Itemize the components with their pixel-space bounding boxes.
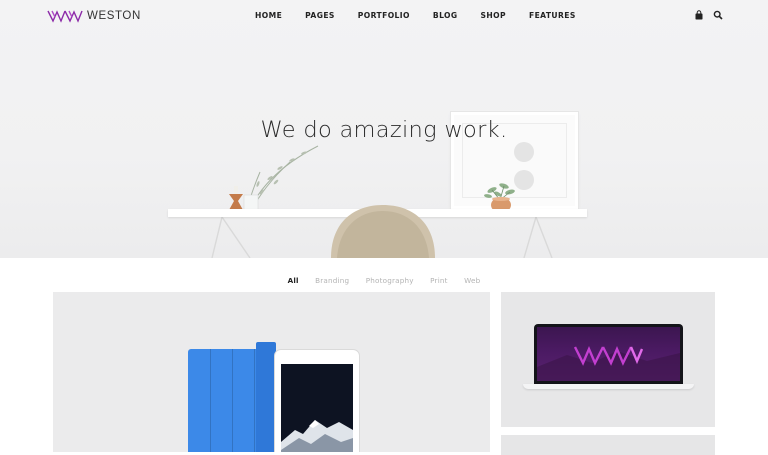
mountain-image <box>281 364 353 452</box>
logo[interactable]: WESTON <box>47 8 141 24</box>
portfolio-filters: All Branding Photography Print Web <box>0 270 768 288</box>
chair <box>331 205 435 258</box>
shopping-bag-icon[interactable] <box>694 10 704 20</box>
site-header: WESTON HOME PAGES PORTFOLIO BLOG SHOP FE… <box>0 0 768 32</box>
laptop-screen <box>534 324 683 384</box>
laptop-base <box>523 384 694 389</box>
filter-web[interactable]: Web <box>464 276 480 285</box>
nav-shop[interactable]: SHOP <box>481 11 506 20</box>
portfolio-item-partial[interactable] <box>501 435 715 455</box>
filter-branding[interactable]: Branding <box>315 276 349 285</box>
filter-all[interactable]: All <box>288 276 299 285</box>
nav-features[interactable]: FEATURES <box>529 11 576 20</box>
header-icons <box>694 10 723 20</box>
tablet-device <box>275 350 359 452</box>
portfolio-item-laptop[interactable] <box>501 292 715 427</box>
hero-title: We do amazing work. <box>260 117 508 143</box>
tablet-screen <box>281 364 353 452</box>
tablet-cover-spine <box>256 342 276 452</box>
nav-blog[interactable]: BLOG <box>433 11 458 20</box>
nav-home[interactable]: HOME <box>255 11 282 20</box>
hero-section: We do amazing work. WESTON HOME PAGES PO… <box>0 0 768 258</box>
main-nav: HOME PAGES PORTFOLIO BLOG SHOP FEATURES <box>255 11 599 20</box>
logo-text: WESTON <box>87 10 141 22</box>
nav-portfolio[interactable]: PORTFOLIO <box>358 11 410 20</box>
laptop-logo-icon <box>537 345 680 381</box>
filter-photography[interactable]: Photography <box>366 276 414 285</box>
filter-print[interactable]: Print <box>430 276 448 285</box>
portfolio-item-tablet[interactable] <box>53 292 490 452</box>
logo-mark-icon <box>47 10 83 23</box>
search-icon[interactable] <box>713 10 723 20</box>
plant-stems <box>243 145 319 213</box>
nav-pages[interactable]: PAGES <box>305 11 335 20</box>
